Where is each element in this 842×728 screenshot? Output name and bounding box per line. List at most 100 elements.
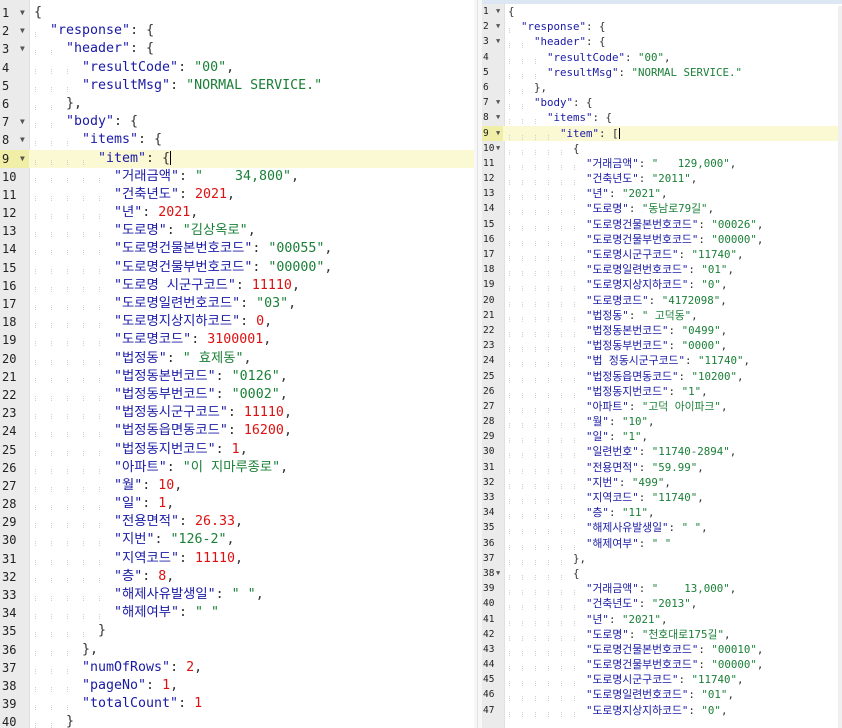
code-line[interactable]: 28 "일": 1, [0, 495, 474, 513]
code-line[interactable]: 26 "법정동지번코드": "1", [482, 384, 842, 399]
code-line[interactable]: 16 "도로명 시군구코드": 11110, [0, 277, 474, 295]
code-line[interactable]: 36}, [0, 641, 474, 659]
code-line[interactable]: 8 ▼ "items": { [482, 110, 842, 125]
code-line[interactable]: 47 "도로명지상지하코드": "0", [482, 703, 842, 718]
code-line[interactable]: 40 "건축년도": "2013", [482, 596, 842, 611]
code-line[interactable]: 17 "도로명일련번호코드": "03", [0, 295, 474, 313]
code-line[interactable]: 14 "도로명": "동남로79길", [482, 201, 842, 216]
code-line[interactable]: 23 "법정동시군구코드": 11110, [0, 404, 474, 422]
code-line[interactable]: 37}, [482, 551, 842, 566]
fold-toggle-icon[interactable]: ▼ [496, 95, 500, 110]
code-line[interactable]: 37 "numOfRows": 2, [0, 659, 474, 677]
code-line[interactable]: 10 ▼{ [482, 141, 842, 156]
code-line[interactable]: 26 "아파트": "이 지마루종로", [0, 459, 474, 477]
code-line[interactable]: 3 ▼ "header": { [482, 34, 842, 49]
code-line[interactable]: 3 ▼ "header": { [0, 40, 474, 58]
code-line[interactable]: 19 "도로명지상지하코드": "0", [482, 277, 842, 292]
code-line[interactable]: 13 "도로명": "김상옥로", [0, 222, 474, 240]
code-line[interactable]: 13 "년": "2021", [482, 186, 842, 201]
code-line[interactable]: 46 "도로명일련번호코드": "01", [482, 687, 842, 702]
code-line[interactable]: 23 "법정동부번코드": "0000", [482, 338, 842, 353]
code-line[interactable]: 27 "아파트": "고덕 아이파크", [482, 399, 842, 414]
code-line[interactable]: 31 "전용면적": "59.99", [482, 460, 842, 475]
code-line[interactable]: 27 "월": 10, [0, 477, 474, 495]
code-line[interactable]: 2 ▼ "response": { [0, 22, 474, 40]
code-line[interactable]: 29 "일": "1", [482, 429, 842, 444]
code-line[interactable]: 11 "거래금액": " 129,000", [482, 156, 842, 171]
code-line[interactable]: 43 "도로명건물본번호코드": "00010", [482, 642, 842, 657]
code-line[interactable]: 5 "resultMsg": "NORMAL SERVICE." [0, 77, 474, 95]
vertical-scrollbar[interactable] [838, 6, 842, 728]
code-line[interactable]: 15 "도로명건물본번호코드": "00026", [482, 217, 842, 232]
code-line[interactable]: 9 ▼ "item": { [0, 149, 474, 168]
code-line[interactable]: 33 "해제사유발생일": " ", [0, 586, 474, 604]
code-line[interactable]: 39 "거래금액": " 13,000", [482, 581, 842, 596]
code-line[interactable]: 30 "지번": "126-2", [0, 531, 474, 549]
code-line[interactable]: 15 "도로명건물부번호코드": "00000", [0, 259, 474, 277]
code-lines[interactable]: 1 ▼{2 ▼ "response": {3 ▼ "header": {4 "resultC… [482, 4, 842, 718]
code-line[interactable]: 20 "법정동": " 효제동", [0, 350, 474, 368]
code-line[interactable]: 10 "거래금액": " 34,800", [0, 168, 474, 186]
code-line[interactable]: 32 "층": 8, [0, 568, 474, 586]
fold-toggle-icon[interactable]: ▼ [20, 113, 25, 131]
code-line[interactable]: 18 "도로명일련번호코드": "01", [482, 262, 842, 277]
code-line[interactable]: 7 ▼ "body": { [482, 95, 842, 110]
code-line[interactable]: 6}, [482, 80, 842, 95]
fold-toggle-icon[interactable]: ▼ [496, 566, 500, 581]
code-line[interactable]: 1 ▼{ [0, 4, 474, 22]
code-line[interactable]: 33 "지역코드": "11740", [482, 490, 842, 505]
code-line[interactable]: 25 "법정동읍면동코드": "10200", [482, 369, 842, 384]
fold-toggle-icon[interactable]: ▼ [496, 19, 500, 34]
code-line[interactable]: 2 ▼ "response": { [482, 19, 842, 34]
code-line[interactable]: 36 "해제여부": " " [482, 536, 842, 551]
code-line[interactable]: 6}, [0, 95, 474, 113]
fold-toggle-icon[interactable]: ▼ [496, 110, 500, 125]
code-line[interactable]: 17 "도로명시군구코드": "11740", [482, 247, 842, 262]
code-line[interactable]: 24 "법정동읍면동코드": 16200, [0, 422, 474, 440]
code-line[interactable]: 40} [0, 713, 474, 728]
code-line[interactable]: 35} [0, 622, 474, 640]
code-line[interactable]: 34 "해제여부": " " [0, 604, 474, 622]
code-line[interactable]: 29 "전용면적": 26.33, [0, 513, 474, 531]
code-line[interactable]: 32 "지번": "499", [482, 475, 842, 490]
fold-toggle-icon[interactable]: ▼ [496, 126, 500, 141]
code-line[interactable]: 8 ▼ "items": { [0, 131, 474, 149]
code-line[interactable]: 30 "일련번호": "11740-2894", [482, 444, 842, 459]
code-line[interactable]: 4 "resultCode": "00", [482, 50, 842, 65]
code-line[interactable]: 25 "법정동지번코드": 1, [0, 441, 474, 459]
code-line[interactable]: 38 ▼{ [482, 566, 842, 581]
code-line[interactable]: 28 "월": "10", [482, 414, 842, 429]
code-line[interactable]: 22 "법정동부번코드": "0002", [0, 386, 474, 404]
fold-toggle-icon[interactable]: ▼ [496, 34, 500, 49]
code-line[interactable]: 38 "pageNo": 1, [0, 677, 474, 695]
fold-toggle-icon[interactable]: ▼ [496, 141, 500, 156]
right-json-editor[interactable]: 1 ▼{2 ▼ "response": {3 ▼ "header": {4 "resultC… [482, 0, 842, 728]
code-lines[interactable]: 1 ▼{2 ▼ "response": {3 ▼ "header": {4 "resultC… [0, 4, 474, 728]
code-line[interactable]: 22 "법정동본번코드": "0499", [482, 323, 842, 338]
code-line[interactable]: 18 "도로명지상지하코드": 0, [0, 313, 474, 331]
code-line[interactable]: 7 ▼ "body": { [0, 113, 474, 131]
fold-toggle-icon[interactable]: ▼ [20, 4, 25, 22]
code-line[interactable]: 12 "년": 2021, [0, 204, 474, 222]
code-line[interactable]: 39 "totalCount": 1 [0, 695, 474, 713]
code-line[interactable]: 19 "도로명코드": 3100001, [0, 331, 474, 349]
code-line[interactable]: 4 "resultCode": "00", [0, 59, 474, 77]
code-line[interactable]: 45 "도로명시군구코드": "11740", [482, 672, 842, 687]
code-line[interactable]: 41 "년": "2021", [482, 612, 842, 627]
code-line[interactable]: 35 "해제사유발생일": " ", [482, 520, 842, 535]
fold-toggle-icon[interactable]: ▼ [20, 40, 25, 58]
code-line[interactable]: 5 "resultMsg": "NORMAL SERVICE." [482, 65, 842, 80]
fold-toggle-icon[interactable]: ▼ [20, 131, 25, 149]
fold-toggle-icon[interactable]: ▼ [20, 150, 25, 168]
code-line[interactable]: 11 "건축년도": 2021, [0, 186, 474, 204]
code-line[interactable]: 44 "도로명건물부번호코드": "00000", [482, 657, 842, 672]
code-line[interactable]: 9 ▼ "item": [ [482, 125, 842, 141]
code-line[interactable]: 20 "도로명코드": "4172098", [482, 293, 842, 308]
code-line[interactable]: 24 "법 정동시군구코드": "11740", [482, 353, 842, 368]
code-line[interactable]: 34 "층": "11", [482, 505, 842, 520]
code-line[interactable]: 14 "도로명건물본번호코드": "00055", [0, 240, 474, 258]
code-line[interactable]: 12 "건축년도": "2011", [482, 171, 842, 186]
code-line[interactable]: 21 "법정동": " 고덕동", [482, 308, 842, 323]
fold-toggle-icon[interactable]: ▼ [496, 4, 500, 19]
code-line[interactable]: 21 "법정동본번코드": "0126", [0, 368, 474, 386]
